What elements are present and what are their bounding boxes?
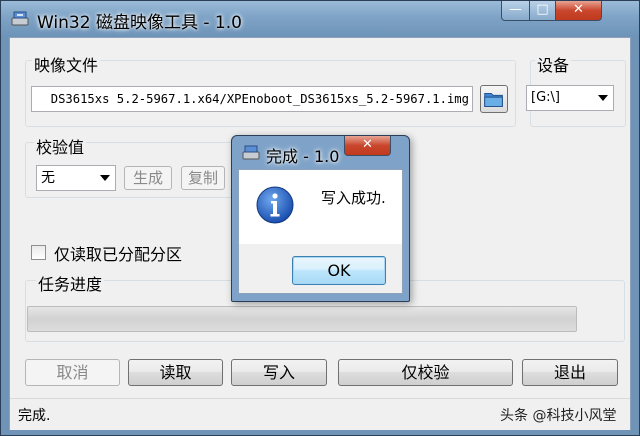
disk-app-icon: [11, 11, 29, 26]
disk-app-icon: [242, 145, 260, 160]
verify-only-button[interactable]: 仅校验: [338, 359, 513, 386]
device-selected-value: [G:\]: [531, 90, 560, 105]
maximize-button[interactable]: □: [529, 1, 556, 21]
cancel-button[interactable]: 取消: [25, 359, 120, 386]
write-button[interactable]: 写入: [231, 359, 327, 386]
read-button[interactable]: 读取: [128, 359, 223, 386]
chevron-down-icon: [598, 95, 608, 101]
dialog-body: 写入成功. OK: [238, 169, 403, 294]
image-file-label: 映像文件: [32, 52, 101, 76]
status-text: 完成.: [18, 408, 51, 424]
info-icon: [256, 186, 294, 224]
folder-icon: [484, 92, 503, 107]
browse-button[interactable]: [480, 85, 508, 113]
minimize-button[interactable]: —: [501, 1, 530, 21]
readonly-partitions-checkbox[interactable]: [31, 245, 46, 260]
completion-dialog: 完成 - 1.0 ✕ 写入成功. OK: [231, 135, 410, 302]
generate-button[interactable]: 生成: [124, 166, 172, 190]
dialog-title: 完成 - 1.0: [266, 147, 340, 166]
close-button[interactable]: ✕: [555, 1, 602, 21]
device-select[interactable]: [G:\]: [526, 85, 614, 111]
image-path-input[interactable]: DS3615xs 5.2-5967.1.x64/XPEnoboot_DS3615…: [31, 86, 473, 112]
ok-button[interactable]: OK: [292, 256, 386, 285]
watermark-text: 头条 @科技小风堂: [500, 408, 617, 424]
title-bar[interactable]: Win32 磁盘映像工具 - 1.0 — □ ✕: [1, 1, 639, 37]
window-title: Win32 磁盘映像工具 - 1.0: [37, 13, 242, 33]
copy-button[interactable]: 复制: [181, 166, 225, 190]
progress-bar: [27, 306, 577, 332]
hash-type-select[interactable]: 无: [36, 165, 116, 191]
device-label: 设备: [535, 52, 572, 76]
dialog-message: 写入成功.: [321, 189, 386, 207]
dialog-close-button[interactable]: ✕: [344, 136, 391, 156]
dialog-footer: OK: [239, 244, 402, 293]
hash-type-value: 无: [41, 170, 55, 186]
chevron-down-icon: [100, 175, 110, 181]
readonly-partitions-label[interactable]: 仅读取已分配分区: [54, 241, 182, 265]
status-bar: 完成. 头条 @科技小风堂: [10, 398, 630, 430]
image-path-text: DS3615xs 5.2-5967.1.x64/XPEnoboot_DS3615…: [50, 92, 469, 106]
checksum-label: 校验值: [34, 134, 87, 158]
progress-label: 任务进度: [36, 271, 105, 295]
exit-button[interactable]: 退出: [522, 359, 618, 386]
